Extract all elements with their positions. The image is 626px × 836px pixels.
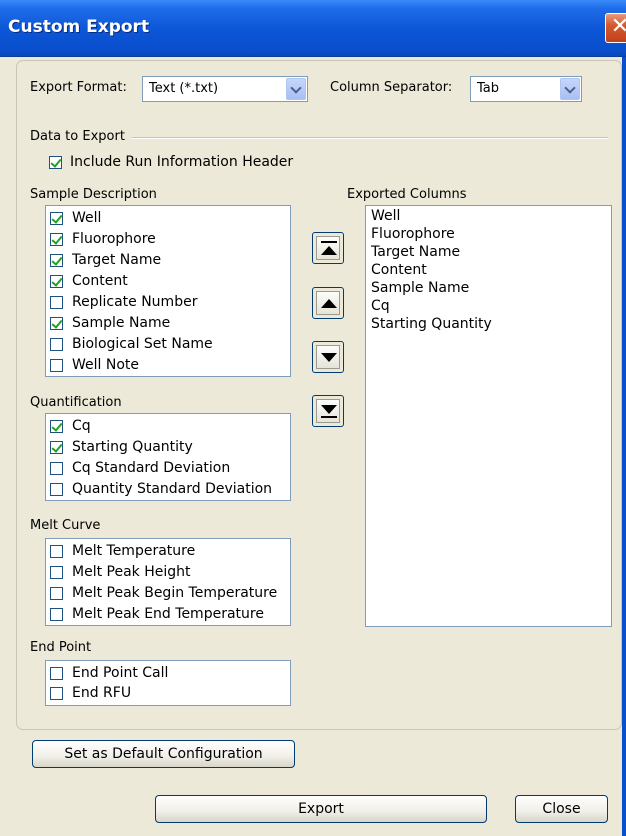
- checkbox[interactable]: [50, 608, 63, 621]
- list-item-label: Sample Name: [72, 315, 171, 331]
- checkbox[interactable]: [50, 275, 63, 288]
- checkbox[interactable]: [50, 420, 63, 433]
- move-up-button[interactable]: [312, 287, 344, 319]
- sample-description-list: Well Fluorophore Target Name Content Rep…: [45, 205, 291, 377]
- exported-column-item[interactable]: Cq: [371, 298, 390, 314]
- close-icon[interactable]: ✕: [605, 13, 626, 43]
- list-item-label: Content: [72, 273, 128, 289]
- list-item-label: Well: [72, 210, 102, 226]
- export-format-select[interactable]: Text (*.txt): [142, 76, 308, 102]
- sample-description-heading: Sample Description: [30, 187, 157, 202]
- data-to-export-heading: Data to Export: [30, 129, 125, 144]
- move-down-icon: [316, 345, 340, 369]
- quantification-heading: Quantification: [30, 395, 122, 410]
- list-item-label: Melt Peak End Temperature: [72, 606, 264, 622]
- move-to-top-icon: [316, 236, 340, 260]
- close-button[interactable]: Close: [515, 795, 608, 823]
- list-item-label: Quantity Standard Deviation: [72, 481, 273, 497]
- list-item-label: Replicate Number: [72, 294, 198, 310]
- dropdown-arrow-icon[interactable]: [560, 78, 580, 100]
- checkbox[interactable]: [50, 296, 63, 309]
- checkbox[interactable]: [50, 687, 63, 700]
- move-to-bottom-icon: [316, 399, 340, 423]
- include-header-label: Include Run Information Header: [70, 154, 294, 170]
- export-button[interactable]: Export: [155, 795, 487, 823]
- checkbox[interactable]: [50, 338, 63, 351]
- list-item-label: Melt Peak Begin Temperature: [72, 585, 278, 601]
- melt-curve-list: Melt Temperature Melt Peak Height Melt P…: [45, 538, 291, 626]
- list-item-label: Well Note: [72, 357, 140, 373]
- list-item-label: Fluorophore: [72, 231, 156, 247]
- move-to-bottom-button[interactable]: [312, 395, 344, 427]
- include-header-checkbox[interactable]: [49, 156, 62, 169]
- checkbox[interactable]: [50, 667, 63, 680]
- exported-columns-heading: Exported Columns: [347, 187, 467, 202]
- checkbox[interactable]: [50, 212, 63, 225]
- checkbox[interactable]: [50, 441, 63, 454]
- list-item-label: Biological Set Name: [72, 336, 213, 352]
- window-title: Custom Export: [8, 17, 150, 37]
- checkbox[interactable]: [50, 359, 63, 372]
- exported-columns-list[interactable]: Well Fluorophore Target Name Content Sam…: [365, 205, 612, 627]
- checkbox[interactable]: [50, 545, 63, 558]
- quantification-list: Cq Starting Quantity Cq Standard Deviati…: [45, 413, 291, 501]
- set-default-configuration-button[interactable]: Set as Default Configuration: [32, 740, 295, 768]
- exported-column-item[interactable]: Fluorophore: [371, 226, 455, 242]
- list-item-label: Starting Quantity: [72, 439, 193, 455]
- exported-column-item[interactable]: Content: [371, 262, 427, 278]
- export-format-label: Export Format:: [30, 80, 127, 95]
- list-item-label: Cq Standard Deviation: [72, 460, 231, 476]
- column-separator-label: Column Separator:: [330, 80, 453, 95]
- checkbox[interactable]: [50, 483, 63, 496]
- exported-column-item[interactable]: Target Name: [371, 244, 460, 260]
- list-item-label: End Point Call: [72, 665, 169, 681]
- checkbox[interactable]: [50, 233, 63, 246]
- melt-curve-heading: Melt Curve: [30, 518, 101, 533]
- move-down-button[interactable]: [312, 341, 344, 373]
- list-item-label: End RFU: [72, 685, 132, 701]
- exported-column-item[interactable]: Starting Quantity: [371, 316, 492, 332]
- export-format-value: Text (*.txt): [149, 81, 219, 96]
- column-separator-select[interactable]: Tab: [470, 76, 582, 102]
- exported-column-item[interactable]: Well: [371, 208, 400, 224]
- dropdown-arrow-icon[interactable]: [286, 78, 306, 100]
- checkbox[interactable]: [50, 317, 63, 330]
- move-to-top-button[interactable]: [312, 232, 344, 264]
- divider: [132, 137, 608, 139]
- checkbox[interactable]: [50, 254, 63, 267]
- title-bar: Custom Export: [0, 0, 626, 57]
- checkbox[interactable]: [50, 566, 63, 579]
- list-item-label: Target Name: [72, 252, 162, 268]
- exported-column-item[interactable]: Sample Name: [371, 280, 469, 296]
- end-point-list: End Point Call End RFU: [45, 660, 291, 706]
- checkbox[interactable]: [50, 587, 63, 600]
- checkbox[interactable]: [50, 462, 63, 475]
- list-item-label: Cq: [72, 418, 91, 434]
- end-point-heading: End Point: [30, 640, 92, 655]
- move-up-icon: [316, 291, 340, 315]
- list-item-label: Melt Temperature: [72, 543, 196, 559]
- list-item-label: Melt Peak Height: [72, 564, 191, 580]
- column-separator-value: Tab: [477, 81, 500, 96]
